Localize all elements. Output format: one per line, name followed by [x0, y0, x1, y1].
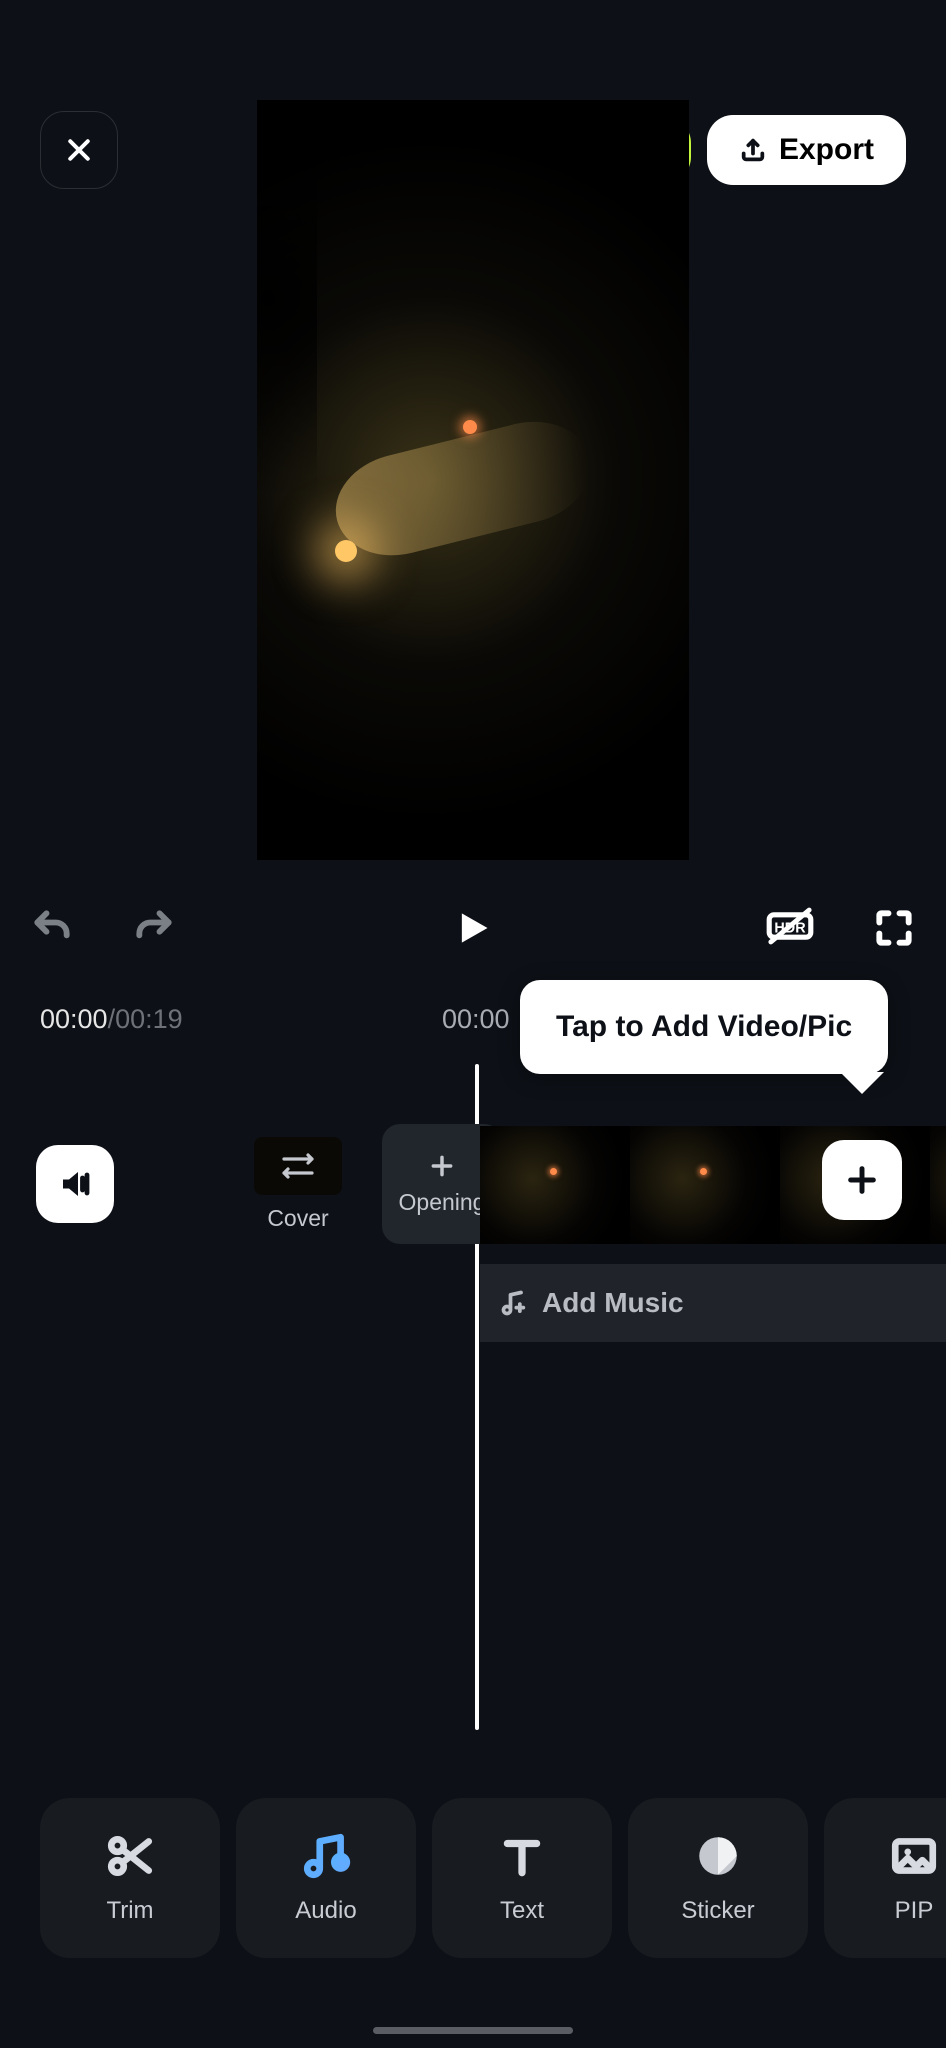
export-button-label: Export	[779, 133, 874, 167]
cover-thumbnail	[254, 1137, 342, 1195]
tool-pip[interactable]: PIP	[824, 1798, 946, 1958]
add-media-tooltip: Tap to Add Video/Pic	[520, 980, 888, 1074]
clip-frame[interactable]	[630, 1126, 780, 1244]
close-icon	[64, 135, 94, 165]
close-button[interactable]	[40, 111, 118, 189]
plus-icon	[429, 1153, 455, 1179]
swap-icon	[254, 1137, 342, 1195]
fullscreen-button[interactable]	[872, 906, 916, 955]
home-indicator	[373, 2027, 573, 2034]
add-music-button[interactable]: Add Music	[480, 1264, 946, 1342]
preview-decoration	[335, 540, 357, 562]
tool-trim[interactable]: Trim	[40, 1798, 220, 1958]
redo-icon	[132, 906, 176, 950]
sticker-icon	[693, 1831, 743, 1881]
tool-sticker[interactable]: Sticker	[628, 1798, 808, 1958]
hdr-off-icon: HDR	[766, 906, 814, 946]
music-note-icon	[301, 1831, 351, 1881]
undo-button[interactable]	[30, 906, 74, 955]
redo-button[interactable]	[132, 906, 176, 955]
tool-audio[interactable]: Audio	[236, 1798, 416, 1958]
preview-decoration	[325, 409, 601, 569]
time-total: 00:19	[115, 1004, 183, 1035]
video-preview[interactable]	[257, 100, 689, 860]
tool-label: Audio	[295, 1897, 356, 1925]
time-separator: /	[108, 1004, 116, 1035]
tool-label: Trim	[106, 1897, 153, 1925]
opening-label: Opening	[399, 1189, 486, 1216]
cover-label: Cover	[267, 1205, 328, 1232]
hdr-toggle-button[interactable]: HDR	[766, 906, 814, 955]
play-button[interactable]	[449, 906, 493, 955]
play-icon	[449, 906, 493, 950]
add-media-button[interactable]	[822, 1140, 902, 1220]
undo-icon	[30, 906, 74, 950]
bottom-toolbar: Trim Audio Text Sticker PIP	[0, 1798, 946, 1968]
tool-label: PIP	[895, 1897, 934, 1925]
music-plus-icon	[500, 1289, 528, 1317]
time-current: 00:00	[40, 1004, 108, 1035]
export-icon	[739, 136, 767, 164]
text-icon	[497, 1831, 547, 1881]
preview-decoration	[463, 420, 477, 434]
add-music-label: Add Music	[542, 1287, 684, 1319]
tool-label: Sticker	[681, 1897, 754, 1925]
fullscreen-icon	[872, 906, 916, 950]
tool-label: Text	[500, 1897, 544, 1925]
cover-chip[interactable]: Cover	[234, 1124, 362, 1244]
mute-button[interactable]	[36, 1145, 114, 1223]
clip-frame[interactable]	[480, 1126, 630, 1244]
time-mark: 00:00	[442, 1004, 510, 1035]
plus-icon	[845, 1163, 879, 1197]
tool-text[interactable]: Text	[432, 1798, 612, 1958]
export-button[interactable]: Export	[707, 115, 906, 185]
playback-bar: HDR	[0, 896, 946, 964]
volume-icon	[57, 1166, 93, 1202]
preview-decoration	[257, 180, 317, 580]
clip-frame[interactable]	[930, 1126, 946, 1244]
scissors-icon	[105, 1831, 155, 1881]
picture-icon	[889, 1831, 939, 1881]
